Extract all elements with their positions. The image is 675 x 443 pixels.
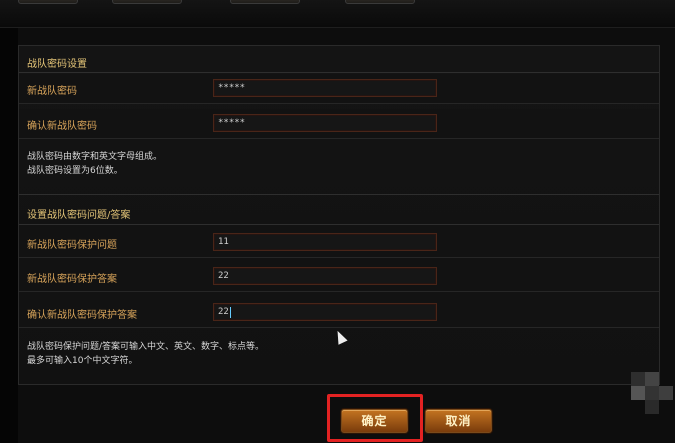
highlight-box	[327, 394, 423, 442]
section-title-question: 设置战队密码问题/答案	[27, 210, 131, 221]
question-row: 新战队密码保护问题 11	[19, 228, 659, 258]
cancel-button[interactable]: 取消	[425, 409, 492, 433]
question-note-2: 最多可输入10个中文字符。	[27, 356, 138, 366]
divider	[19, 194, 659, 195]
top-bar	[0, 0, 675, 28]
new-password-input[interactable]: *****	[213, 79, 437, 97]
watermark-block	[645, 386, 659, 400]
divider	[19, 224, 659, 225]
password-note-1: 战队密码由数字和英文字母组成。	[27, 152, 163, 162]
confirm-answer-value: 22	[218, 307, 229, 317]
question-input[interactable]: 11	[213, 233, 437, 251]
password-note-2: 战队密码设置为6位数。	[27, 166, 123, 176]
confirm-password-label: 确认新战队密码	[27, 121, 97, 132]
watermark-block	[645, 400, 659, 414]
question-note-1: 战队密码保护问题/答案可输入中文、英文、数字、标点等。	[27, 342, 265, 352]
watermark-block	[645, 372, 659, 386]
question-label: 新战队密码保护问题	[27, 240, 117, 251]
new-password-row: 新战队密码 *****	[19, 74, 659, 104]
confirm-password-row: 确认新战队密码 *****	[19, 109, 659, 139]
confirm-password-input[interactable]: *****	[213, 114, 437, 132]
top-tab[interactable]	[112, 0, 182, 4]
top-tab[interactable]	[18, 0, 78, 4]
watermark-block	[659, 386, 673, 400]
confirm-answer-input[interactable]: 22	[213, 303, 437, 321]
answer-row: 新战队密码保护答案 22	[19, 262, 659, 292]
divider	[19, 72, 659, 73]
new-password-label: 新战队密码	[27, 86, 77, 97]
watermark-block	[631, 372, 645, 386]
answer-input[interactable]: 22	[213, 267, 437, 285]
confirm-answer-row: 确认新战队密码保护答案 22	[19, 298, 659, 328]
answer-label: 新战队密码保护答案	[27, 274, 117, 285]
watermark-block	[631, 386, 645, 400]
section-title-password: 战队密码设置	[27, 59, 87, 70]
text-caret	[229, 307, 231, 318]
top-tab[interactable]	[345, 0, 415, 4]
left-border	[0, 28, 18, 443]
confirm-answer-label: 确认新战队密码保护答案	[27, 310, 137, 321]
top-tab[interactable]	[230, 0, 300, 4]
